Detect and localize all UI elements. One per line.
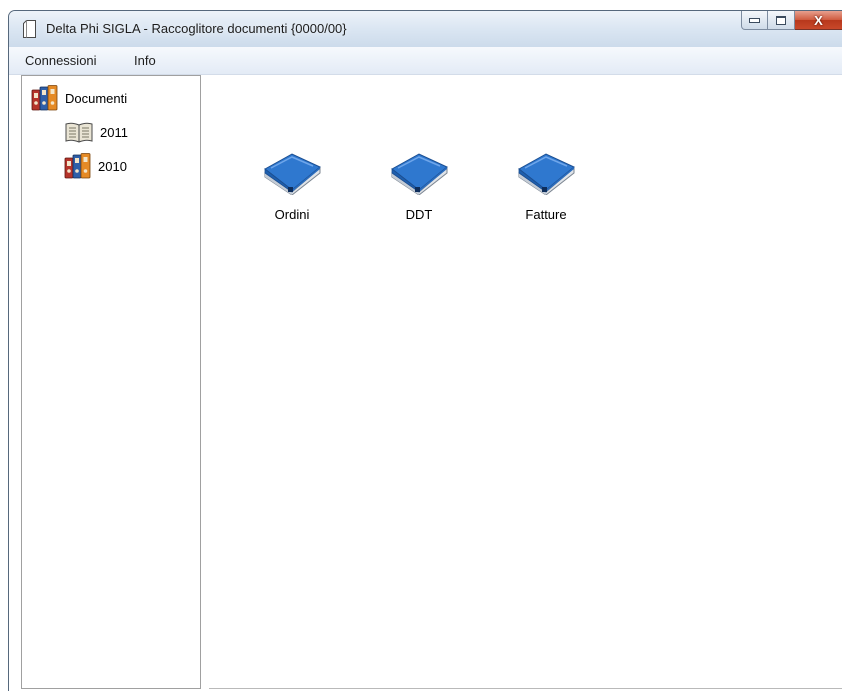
- open-book-icon: [65, 122, 93, 143]
- tree-item-2010[interactable]: 2010: [64, 153, 127, 179]
- maximize-button[interactable]: [768, 11, 795, 30]
- close-button[interactable]: X: [795, 11, 842, 30]
- tree-item-documenti[interactable]: Documenti: [31, 85, 127, 111]
- divider: [209, 688, 842, 689]
- window-title: Delta Phi SIGLA - Raccoglitore documenti…: [46, 21, 347, 36]
- document-icon: [23, 20, 36, 38]
- folder-label: DDT: [405, 207, 433, 222]
- blue-book-icon: [264, 153, 321, 195]
- minimize-button[interactable]: [741, 11, 768, 30]
- close-icon: X: [814, 12, 823, 28]
- tree-view[interactable]: Documenti 2011 2010: [21, 75, 201, 689]
- maximize-icon: [776, 15, 786, 25]
- tree-item-label: 2011: [100, 124, 128, 140]
- folder-fatture[interactable]: Fatture: [501, 151, 591, 222]
- tree-item-2011[interactable]: 2011: [64, 121, 128, 143]
- minimize-icon: [749, 17, 760, 23]
- tree-item-label: 2010: [98, 158, 127, 174]
- folder-view: Ordini DDT Fatture: [202, 75, 842, 691]
- binders-icon: [31, 85, 58, 111]
- app-window: Delta Phi SIGLA - Raccoglitore documenti…: [8, 10, 842, 691]
- title-bar[interactable]: Delta Phi SIGLA - Raccoglitore documenti…: [9, 11, 842, 47]
- client-area: Documenti 2011 2010 Ordini DDT Fatture: [9, 75, 842, 691]
- menu-info[interactable]: Info: [134, 53, 156, 68]
- tree-item-label: Documenti: [65, 90, 128, 106]
- menu-bar: Connessioni Info: [9, 47, 842, 75]
- blue-book-icon: [518, 153, 575, 195]
- folder-label: Ordini: [274, 207, 310, 222]
- blue-book-icon: [391, 153, 448, 195]
- caption-buttons: X: [741, 11, 842, 33]
- binders-icon: [64, 153, 91, 179]
- folder-ordini[interactable]: Ordini: [247, 151, 337, 222]
- folder-ddt[interactable]: DDT: [374, 151, 464, 222]
- menu-connessioni[interactable]: Connessioni: [25, 53, 97, 68]
- folder-label: Fatture: [525, 207, 567, 222]
